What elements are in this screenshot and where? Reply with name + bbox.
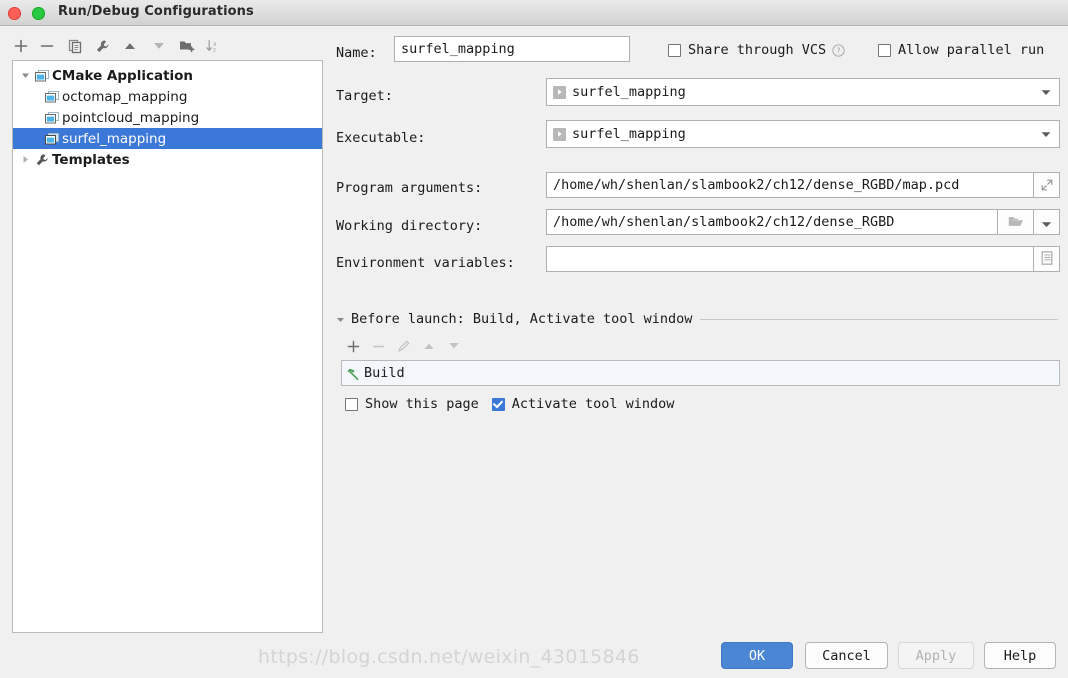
cancel-button[interactable]: Cancel [805, 642, 888, 669]
target-value: surfel_mapping [572, 84, 686, 100]
help-button[interactable]: Help [984, 642, 1056, 669]
share-through-vcs-checkbox[interactable]: Share through VCS ? [668, 42, 845, 58]
run-target-icon [553, 85, 566, 99]
application-icon [43, 111, 61, 124]
wrench-icon [33, 153, 51, 167]
tree-node-octomap-mapping[interactable]: octomap_mapping [13, 86, 322, 107]
list-document-icon [1041, 250, 1053, 269]
program-arguments-input[interactable]: /home/wh/shenlan/slambook2/ch12/dense_RG… [546, 172, 1034, 198]
zoom-icon[interactable] [32, 7, 45, 20]
before-launch-header[interactable]: Before launch: Build, Activate tool wind… [336, 310, 1060, 328]
section-divider [700, 318, 1058, 320]
show-this-page-checkbox[interactable]: Show this page [345, 396, 479, 412]
before-launch-options: Show this page Activate tool window [345, 396, 674, 412]
tree-node-label: surfel_mapping [62, 130, 167, 147]
environment-variables-input[interactable] [546, 246, 1034, 272]
configurations-toolbar: a z [10, 34, 324, 60]
working-directory-input[interactable]: /home/wh/shenlan/slambook2/ch12/dense_RG… [546, 209, 998, 235]
ok-button[interactable]: OK [721, 642, 793, 669]
expand-icon [1041, 176, 1053, 195]
svg-text:?: ? [837, 46, 841, 55]
triangle-down-icon[interactable] [336, 315, 345, 324]
working-directory-label: Working directory: [336, 218, 483, 234]
tree-node-surfel-mapping[interactable]: surfel_mapping [13, 128, 322, 149]
application-icon [43, 90, 61, 103]
move-into-folder-button[interactable] [176, 34, 198, 58]
checkbox-box[interactable] [668, 43, 681, 57]
executable-value: surfel_mapping [572, 126, 686, 142]
title-bar: Run/Debug Configurations [0, 0, 1068, 26]
show-this-page-label: Show this page [365, 396, 479, 412]
checkbox-box[interactable] [345, 397, 358, 411]
name-label: Name: [336, 45, 377, 61]
tree-node-label: octomap_mapping [62, 88, 188, 105]
add-task-button[interactable] [342, 336, 364, 356]
tree-node-cmake-application[interactable]: CMake Application [13, 65, 322, 86]
program-arguments-expand-button[interactable] [1034, 172, 1060, 198]
tree-node-label: pointcloud_mapping [62, 109, 200, 126]
program-arguments-label: Program arguments: [336, 180, 483, 196]
working-directory-browse-button[interactable] [998, 209, 1034, 235]
folder-open-icon [1008, 213, 1024, 232]
svg-text:z: z [213, 48, 216, 53]
allow-parallel-run-label: Allow parallel run [898, 42, 1045, 58]
executable-combobox[interactable]: surfel_mapping [546, 120, 1060, 148]
before-launch-toolbar [342, 336, 542, 358]
chevron-down-icon[interactable] [1041, 84, 1051, 100]
run-debug-configurations-dialog: Run/Debug Configurations a z CMake Appli… [0, 0, 1068, 678]
configurations-tree[interactable]: CMake Application octomap_mapping pointc… [12, 60, 323, 633]
hammer-icon [346, 366, 361, 381]
name-input[interactable]: surfel_mapping [394, 36, 630, 62]
checkbox-box[interactable] [491, 397, 505, 411]
move-up-button[interactable] [119, 34, 141, 58]
task-move-up-button[interactable] [418, 336, 440, 356]
copy-configuration-button[interactable] [64, 34, 86, 58]
share-through-vcs-label: Share through VCS [688, 42, 827, 58]
allow-parallel-run-checkbox[interactable]: Allow parallel run [878, 42, 1044, 58]
environment-variables-edit-button[interactable] [1034, 246, 1060, 272]
environment-variables-label: Environment variables: [336, 255, 515, 271]
dialog-button-bar: OK Cancel Apply Help [0, 642, 1068, 672]
chevron-down-icon[interactable] [1041, 126, 1051, 142]
window-title: Run/Debug Configurations [58, 4, 254, 19]
before-launch-title: Before launch: Build, Activate tool wind… [351, 311, 693, 327]
task-label: Build [364, 365, 405, 381]
question-circle-icon[interactable]: ? [832, 43, 845, 57]
tree-node-pointcloud-mapping[interactable]: pointcloud_mapping [13, 107, 322, 128]
svg-text:a: a [213, 41, 216, 47]
apply-button[interactable]: Apply [898, 642, 974, 669]
sort-configurations-button[interactable]: a z [202, 34, 224, 58]
remove-task-button[interactable] [367, 336, 389, 356]
checkbox-box[interactable] [878, 43, 891, 57]
edit-templates-button[interactable] [91, 34, 113, 58]
target-combobox[interactable]: surfel_mapping [546, 78, 1060, 106]
move-down-button[interactable] [148, 34, 170, 58]
application-icon [43, 132, 61, 145]
triangle-down-icon[interactable] [17, 71, 33, 80]
close-icon[interactable] [8, 7, 21, 20]
executable-label: Executable: [336, 130, 426, 146]
add-configuration-button[interactable] [10, 34, 32, 58]
triangle-right-icon[interactable] [17, 155, 33, 164]
task-move-down-button[interactable] [443, 336, 465, 356]
tree-node-label: CMake Application [52, 67, 194, 84]
activate-tool-window-checkbox[interactable]: Activate tool window [491, 396, 675, 412]
remove-configuration-button[interactable] [36, 34, 58, 58]
target-label: Target: [336, 88, 393, 104]
before-launch-task-list[interactable]: Build [341, 360, 1060, 386]
working-directory-history-button[interactable] [1034, 209, 1060, 235]
run-target-icon [553, 127, 566, 141]
chevron-down-icon [1041, 213, 1052, 232]
tree-node-label: Templates [52, 151, 130, 168]
tree-node-templates[interactable]: Templates [13, 149, 322, 170]
activate-tool-window-label: Activate tool window [511, 396, 675, 412]
application-icon [33, 69, 51, 82]
edit-task-button[interactable] [393, 336, 415, 356]
